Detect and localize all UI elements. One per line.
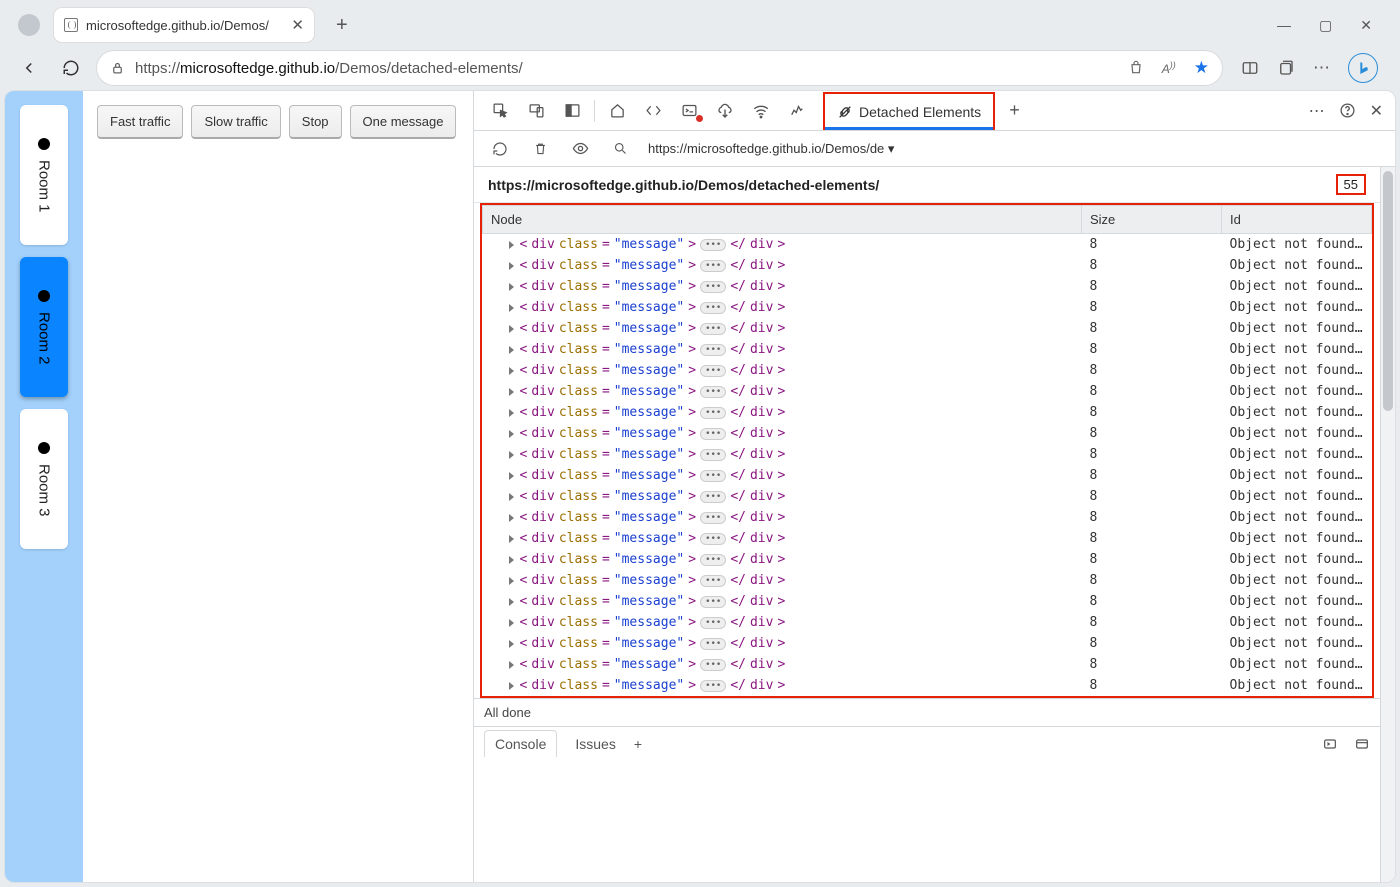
rooms-sidebar: Room 1 Room 2 Room 3 xyxy=(5,91,83,882)
table-row[interactable]: <div class="message">•••</div>8Object no… xyxy=(483,234,1372,256)
drawer-icon-1[interactable] xyxy=(1322,736,1338,752)
bing-chat-icon[interactable] xyxy=(1348,53,1378,83)
page-icon xyxy=(64,18,78,32)
drawer-console-tab[interactable]: Console xyxy=(484,730,557,757)
table-row[interactable]: <div class="message">•••</div>8Object no… xyxy=(483,633,1372,654)
table-row[interactable]: <div class="message">•••</div>8Object no… xyxy=(483,486,1372,507)
close-window-icon[interactable]: ✕ xyxy=(1360,17,1372,34)
table-row[interactable]: <div class="message">•••</div>8Object no… xyxy=(483,570,1372,591)
table-row[interactable]: <div class="message">•••</div>8Object no… xyxy=(483,339,1372,360)
status-bar: All done xyxy=(474,698,1380,726)
table-row[interactable]: <div class="message">•••</div>8Object no… xyxy=(483,360,1372,381)
table-row[interactable]: <div class="message">•••</div>8Object no… xyxy=(483,381,1372,402)
profile-avatar[interactable] xyxy=(18,14,40,36)
table-row[interactable]: <div class="message">•••</div>8Object no… xyxy=(483,591,1372,612)
room-tab[interactable]: Room 1 xyxy=(20,105,68,245)
favorite-icon[interactable]: ★ xyxy=(1194,58,1209,78)
traffic-button[interactable]: Fast traffic xyxy=(97,105,183,139)
traffic-controls: Fast trafficSlow traffic StopOne message xyxy=(83,91,473,882)
console-tab-icon[interactable] xyxy=(671,96,707,126)
drawer-icon-2[interactable] xyxy=(1354,736,1370,752)
table-row[interactable]: <div class="message">•••</div>8Object no… xyxy=(483,423,1372,444)
origin-dropdown[interactable]: https://microsoftedge.github.io/Demos/de… xyxy=(648,141,894,157)
devtools-settings-icon[interactable]: ⋯ xyxy=(1309,101,1325,121)
origin-row: https://microsoftedge.github.io/Demos/de… xyxy=(474,167,1380,203)
table-row[interactable]: <div class="message">•••</div>8Object no… xyxy=(483,465,1372,486)
table-row[interactable]: <div class="message">•••</div>8Object no… xyxy=(483,276,1372,297)
refresh-detached-icon[interactable] xyxy=(482,134,518,164)
table-row[interactable]: <div class="message">•••</div>8Object no… xyxy=(483,528,1372,549)
traffic-button[interactable]: Slow traffic xyxy=(191,105,280,139)
detached-table: Node Size Id <div class="message">•••</d… xyxy=(482,205,1372,696)
read-aloud-icon[interactable]: A)) xyxy=(1162,60,1176,76)
collections-icon[interactable] xyxy=(1277,59,1295,77)
window-controls: — ▢ ✕ xyxy=(1277,17,1390,34)
scrollbar[interactable] xyxy=(1380,167,1395,882)
table-row[interactable]: <div class="message">•••</div>8Object no… xyxy=(483,402,1372,423)
devtools-panel: Detached Elements + ⋯ ✕ https://microsof… xyxy=(473,91,1395,882)
drawer-tabs: Console Issues + xyxy=(474,726,1380,760)
page-content: Room 1 Room 2 Room 3 Fast trafficSlow traf… xyxy=(5,91,473,882)
table-row[interactable]: <div class="message">•••</div>8Object no… xyxy=(483,549,1372,570)
minimize-icon[interactable]: — xyxy=(1277,17,1291,34)
detached-toolbar: https://microsoftedge.github.io/Demos/de… xyxy=(474,131,1395,167)
more-menu-icon[interactable]: ⋯ xyxy=(1313,58,1330,78)
maximize-icon[interactable]: ▢ xyxy=(1319,17,1332,34)
url-text: https://microsoftedge.github.io/Demos/de… xyxy=(135,60,1118,77)
tab-close-icon[interactable]: ✕ xyxy=(291,16,304,34)
table-row[interactable]: <div class="message">•••</div>8Object no… xyxy=(483,654,1372,675)
tab-title: microsoftedge.github.io/Demos/ xyxy=(86,18,283,33)
room-tab[interactable]: Room 2 xyxy=(20,257,68,397)
table-row[interactable]: <div class="message">•••</div>8Object no… xyxy=(483,255,1372,276)
network-tab-icon[interactable] xyxy=(743,96,779,126)
split-screen-icon[interactable] xyxy=(1241,59,1259,77)
table-row[interactable]: <div class="message">•••</div>8Object no… xyxy=(483,675,1372,696)
origin-url-text: https://microsoftedge.github.io/Demos/de… xyxy=(488,177,879,193)
titlebar: microsoftedge.github.io/Demos/ ✕ + — ▢ ✕ xyxy=(4,4,1396,46)
devtools-help-icon[interactable] xyxy=(1339,102,1356,119)
col-node[interactable]: Node xyxy=(483,206,1082,234)
eye-icon[interactable] xyxy=(562,134,598,164)
dock-side-icon[interactable] xyxy=(554,96,590,126)
col-id[interactable]: Id xyxy=(1222,206,1372,234)
table-row[interactable]: <div class="message">•••</div>8Object no… xyxy=(483,297,1372,318)
traffic-button[interactable]: One message xyxy=(350,105,457,139)
drawer-add-tab[interactable]: + xyxy=(634,736,642,752)
delete-icon[interactable] xyxy=(522,134,558,164)
new-tab-button[interactable]: + xyxy=(328,14,356,37)
detached-elements-tab[interactable]: Detached Elements xyxy=(823,92,995,130)
refresh-button[interactable] xyxy=(54,51,88,85)
back-button[interactable] xyxy=(12,51,46,85)
detached-count: 55 xyxy=(1336,174,1366,195)
more-tabs-button[interactable]: + xyxy=(1001,100,1028,121)
browser-tab[interactable]: microsoftedge.github.io/Demos/ ✕ xyxy=(54,8,314,42)
site-info-icon[interactable] xyxy=(110,61,125,76)
welcome-tab-icon[interactable] xyxy=(599,96,635,126)
sources-tab-icon[interactable] xyxy=(707,96,743,126)
shopping-icon[interactable] xyxy=(1128,60,1144,76)
devtools-tab-label: Detached Elements xyxy=(859,104,981,120)
device-toolbar-icon[interactable] xyxy=(518,96,554,126)
performance-tab-icon[interactable] xyxy=(779,96,815,126)
elements-tab-icon[interactable] xyxy=(635,96,671,126)
traffic-button[interactable]: Stop xyxy=(289,105,342,139)
address-bar[interactable]: https://microsoftedge.github.io/Demos/de… xyxy=(96,50,1223,86)
status-text: All done xyxy=(484,705,531,720)
browser-toolbar: https://microsoftedge.github.io/Demos/de… xyxy=(4,46,1396,90)
table-row[interactable]: <div class="message">•••</div>8Object no… xyxy=(483,444,1372,465)
search-icon[interactable] xyxy=(602,134,638,164)
table-row[interactable]: <div class="message">•••</div>8Object no… xyxy=(483,318,1372,339)
devtools-tabbar: Detached Elements + ⋯ ✕ xyxy=(474,91,1395,131)
table-row[interactable]: <div class="message">•••</div>8Object no… xyxy=(483,507,1372,528)
col-size[interactable]: Size xyxy=(1082,206,1222,234)
room-tab[interactable]: Room 3 xyxy=(20,409,68,549)
devtools-close-icon[interactable]: ✕ xyxy=(1370,101,1383,121)
inspect-element-icon[interactable] xyxy=(482,96,518,126)
drawer-issues-tab[interactable]: Issues xyxy=(575,736,615,752)
table-row[interactable]: <div class="message">•••</div>8Object no… xyxy=(483,612,1372,633)
